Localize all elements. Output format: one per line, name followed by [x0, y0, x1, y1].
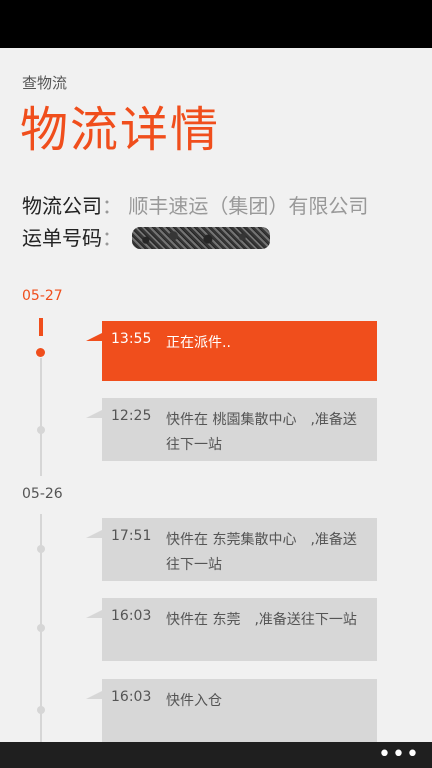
event-time: 17:51: [111, 528, 152, 544]
company-value: 顺丰速运（集团）有限公司: [128, 194, 369, 218]
company-row: 物流公司： 顺丰速运（集团）有限公司: [22, 192, 368, 220]
event-text: 快件在 东莞集散中心 ,准备送往下一站: [166, 532, 357, 573]
more-dots-icon[interactable]: •••: [378, 744, 419, 766]
app-title: 查物流: [22, 74, 68, 92]
tracking-label: 运单号码: [22, 226, 102, 250]
event-text: 快件在 东莞 ,准备送往下一站: [166, 612, 357, 628]
timeline-event-card[interactable]: 13:55 正在派件..: [86, 321, 377, 381]
event-time: 16:03: [111, 689, 152, 705]
company-label: 物流公司: [22, 194, 102, 218]
date-header: 05-26: [22, 486, 63, 502]
event-time: 12:25: [111, 408, 152, 424]
timeline-dot: [37, 624, 45, 632]
timeline-dot: [37, 706, 45, 714]
tracking-row: 运单号码：: [22, 224, 271, 252]
logistics-detail-page: 查物流 物流详情 物流公司： 顺丰速运（集团）有限公司 运单号码： 05-27 …: [0, 48, 432, 742]
timeline-event-card[interactable]: 16:03 快件入仓: [86, 679, 377, 742]
event-text: 快件入仓: [166, 693, 222, 709]
status-bar: [0, 0, 432, 48]
event-text: 快件在 桃園集散中心 ,准备送往下一站: [166, 412, 357, 453]
app-bar: •••: [0, 742, 432, 768]
date-header: 05-27: [22, 288, 63, 304]
timeline-dot: [37, 545, 45, 553]
active-marker: [39, 318, 43, 336]
event-text: 正在派件..: [166, 335, 231, 351]
timeline-event-card[interactable]: 16:03 快件在 东莞 ,准备送往下一站: [86, 598, 377, 661]
timeline-dot: [37, 426, 45, 434]
tracking-separator: ：: [102, 226, 122, 250]
timeline-event-card[interactable]: 12:25 快件在 桃園集散中心 ,准备送往下一站: [86, 398, 377, 461]
page-title: 物流详情: [20, 102, 221, 158]
event-time: 13:55: [111, 331, 152, 347]
timeline-dot-active: [36, 348, 45, 357]
timeline-event-card[interactable]: 17:51 快件在 东莞集散中心 ,准备送往下一站: [86, 518, 377, 581]
tracking-number-redacted: [132, 226, 271, 249]
company-separator: ：: [102, 194, 122, 218]
event-time: 16:03: [111, 608, 152, 624]
timeline-line: [40, 358, 42, 476]
